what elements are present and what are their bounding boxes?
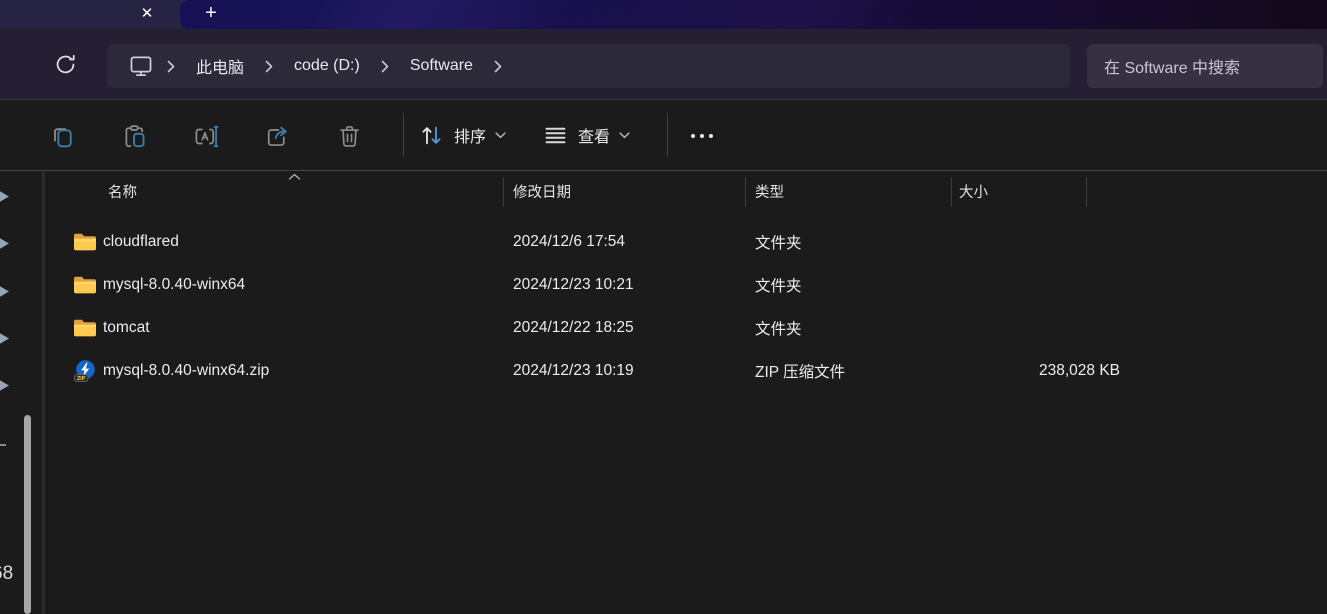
rename-icon <box>193 123 220 150</box>
tab-bar: ✕ + <box>0 0 1327 29</box>
more-options-icon <box>691 134 713 138</box>
file-row[interactable]: ZIP mysql-8.0.40-winx64 2024/12/23 10:21… <box>46 263 1196 306</box>
column-divider[interactable] <box>745 177 746 207</box>
view-label: 查看 <box>578 123 610 147</box>
file-size <box>951 306 1120 349</box>
sort-button[interactable]: 排序 <box>418 100 506 170</box>
nav-scrollbar-thumb[interactable] <box>24 415 31 614</box>
column-header-name[interactable]: 名称 <box>108 171 137 212</box>
svg-text:ZIP: ZIP <box>77 376 86 382</box>
delete-button[interactable] <box>331 118 367 154</box>
nav-expand-chevron-icon[interactable] <box>0 331 9 346</box>
file-pane: 68 名称 修改日期 类型 大小 <box>0 171 1327 614</box>
sort-label: 排序 <box>454 123 486 147</box>
toolbar: 排序 查看 <box>0 99 1327 171</box>
file-date-modified: 2024/12/22 18:25 <box>513 306 634 349</box>
sort-ascending-caret-icon <box>288 173 301 181</box>
delete-icon <box>336 123 363 150</box>
file-name: mysql-8.0.40-winx64.zip <box>103 349 269 392</box>
file-date-modified: 2024/12/6 17:54 <box>513 220 625 263</box>
folder-icon <box>73 318 97 338</box>
folder-icon <box>73 232 97 252</box>
paste-icon <box>121 123 148 150</box>
refresh-icon <box>53 52 78 77</box>
file-row[interactable]: ZIP tomcat 2024/12/22 18:25 文件夹 <box>46 306 1196 349</box>
breadcrumb-item-software[interactable]: Software <box>402 51 481 81</box>
file-size <box>951 220 1120 263</box>
nav-scroll-tick <box>0 444 6 446</box>
item-count-text: 68 <box>0 563 13 585</box>
zip-file-icon: ZIP <box>73 359 97 383</box>
column-header-row: 名称 修改日期 类型 大小 <box>46 171 1327 212</box>
copy-button[interactable] <box>44 118 80 154</box>
breadcrumb-item-this-pc[interactable]: 此电脑 <box>188 48 252 84</box>
file-row[interactable]: ZIP cloudflared 2024/12/6 17:54 文件夹 <box>46 220 1196 263</box>
rename-button[interactable] <box>188 118 224 154</box>
chevron-down-icon <box>619 132 630 139</box>
column-header-date[interactable]: 修改日期 <box>513 171 571 212</box>
file-size: 238,028 KB <box>951 349 1120 392</box>
column-divider[interactable] <box>1086 177 1087 207</box>
toolbar-divider <box>667 113 668 157</box>
folder-icon <box>73 275 97 295</box>
breadcrumb-chevron-icon[interactable] <box>167 60 175 73</box>
pane-splitter[interactable] <box>42 171 45 614</box>
share-button[interactable] <box>259 118 295 154</box>
file-type: 文件夹 <box>755 220 802 263</box>
file-row[interactable]: ZIP mysql-8.0.40-winx64.zip 2024/12/23 1… <box>46 349 1196 392</box>
paste-button[interactable] <box>116 118 152 154</box>
file-name: mysql-8.0.40-winx64 <box>103 263 245 306</box>
column-divider[interactable] <box>951 177 952 207</box>
column-header-size[interactable]: 大小 <box>959 171 988 212</box>
nav-expand-chevron-icon[interactable] <box>0 378 9 393</box>
nav-expand-chevron-icon[interactable] <box>0 189 9 204</box>
file-size <box>951 263 1120 306</box>
tab-close-button[interactable]: ✕ <box>135 1 159 25</box>
breadcrumb-chevron-icon[interactable] <box>265 60 273 73</box>
titlebar-background <box>180 0 1327 29</box>
view-button[interactable]: 查看 <box>542 100 630 170</box>
address-row: 此电脑 code (D:) Software 在 Software 中搜索 <box>0 29 1327 99</box>
file-type: 文件夹 <box>755 263 802 306</box>
copy-icon <box>49 123 76 150</box>
this-pc-icon[interactable] <box>128 53 154 79</box>
file-name: tomcat <box>103 306 150 349</box>
breadcrumb-chevron-icon[interactable] <box>494 60 502 73</box>
breadcrumb-chevron-icon[interactable] <box>381 60 389 73</box>
sort-icon <box>418 122 445 149</box>
more-options-button[interactable] <box>684 118 720 154</box>
toolbar-divider <box>403 113 404 157</box>
file-date-modified: 2024/12/23 10:19 <box>513 349 634 392</box>
file-type: ZIP 压缩文件 <box>755 349 845 392</box>
file-name: cloudflared <box>103 220 179 263</box>
refresh-button[interactable] <box>48 47 82 81</box>
search-input[interactable]: 在 Software 中搜索 <box>1087 44 1323 88</box>
new-tab-button[interactable]: + <box>198 0 224 26</box>
share-icon <box>264 123 291 150</box>
address-bar[interactable]: 此电脑 code (D:) Software <box>107 44 1070 88</box>
column-header-type[interactable]: 类型 <box>755 171 784 212</box>
file-explorer-window: ✕ + 此电脑 <box>0 0 1327 614</box>
view-icon <box>542 122 569 149</box>
chevron-down-icon <box>495 132 506 139</box>
search-placeholder: 在 Software 中搜索 <box>1104 54 1240 78</box>
file-type: 文件夹 <box>755 306 802 349</box>
nav-expand-chevron-icon[interactable] <box>0 284 9 299</box>
file-date-modified: 2024/12/23 10:21 <box>513 263 634 306</box>
nav-expand-chevron-icon[interactable] <box>0 236 9 251</box>
breadcrumb-item-drive-d[interactable]: code (D:) <box>286 51 368 81</box>
column-divider[interactable] <box>503 177 504 207</box>
